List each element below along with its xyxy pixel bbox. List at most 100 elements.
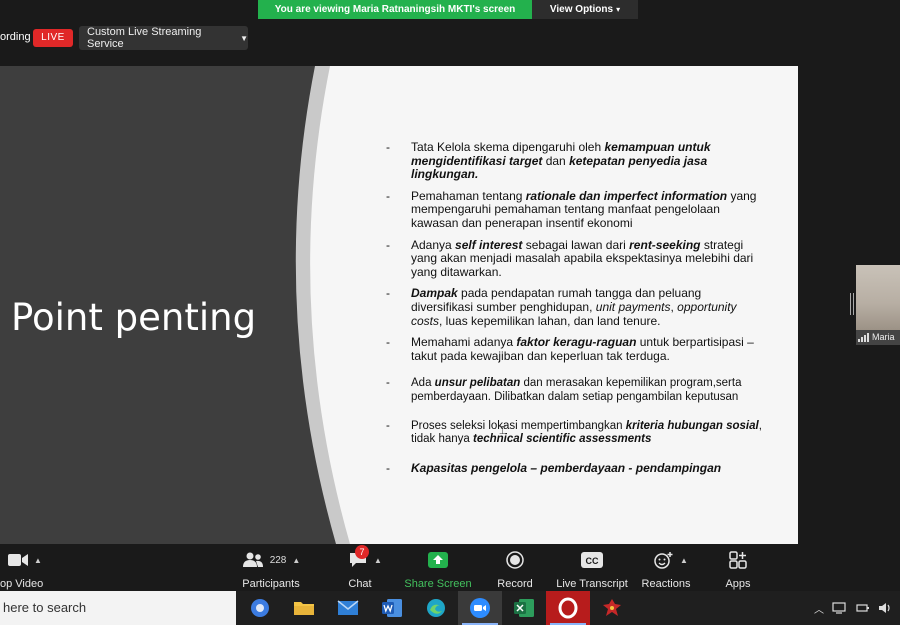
slide-bullet-item: Pemahaman tentang rationale dan imperfec… <box>386 188 766 231</box>
shared-slide: Point penting Tata Kelola skema dipengar… <box>0 66 798 544</box>
cc-text: CC <box>586 556 599 566</box>
stop-video-label: op Video <box>0 578 44 590</box>
participant-video-thumbnail[interactable]: Maria <box>856 265 900 345</box>
bullet-text-segment: Dampak <box>411 286 458 301</box>
bullet-text-segment: faktor keragu-raguan <box>516 335 637 350</box>
participant-video <box>856 265 900 330</box>
taskbar-app-chrome[interactable] <box>238 591 282 625</box>
volume-icon[interactable] <box>878 602 892 614</box>
bullet-text-segment: sebagai lawan dari <box>522 237 630 252</box>
caret-up-icon[interactable]: ▲ <box>374 556 382 565</box>
bullet-text-segment: unit payments <box>595 299 671 314</box>
view-options-button[interactable]: View Options ▾ <box>532 0 638 19</box>
streaming-service-dropdown[interactable]: Custom Live Streaming Service ▼ <box>79 26 248 50</box>
slide-bullet-item: Adanya self interest sebagai lawan dari … <box>386 237 766 280</box>
bullet-text-segment: rent-seeking <box>629 237 701 252</box>
slide-title: Point penting <box>11 296 257 339</box>
slide-bullet-item: Memahami adanya faktor keragu-raguan unt… <box>386 335 766 363</box>
record-button[interactable]: Record <box>490 548 540 590</box>
share-screen-label: Share Screen <box>404 578 472 590</box>
video-camera-icon <box>8 554 29 566</box>
live-badge[interactable]: LIVE <box>33 29 73 47</box>
caret-up-icon[interactable]: ▲ <box>292 556 300 565</box>
bullet-text-segment: kriteria hubungan sosial <box>625 419 759 432</box>
slide-bullet-list: Tata Kelola skema dipengaruhi oleh kemam… <box>386 133 766 475</box>
screen-share-banner: You are viewing Maria Ratnaningsih MKTI'… <box>258 0 638 19</box>
closed-captions-icon: CC <box>581 552 603 568</box>
stop-video-button[interactable]: ▲ op Video <box>0 548 50 590</box>
opera-icon <box>558 597 578 619</box>
mail-icon <box>337 600 359 615</box>
bullet-text-segment: rationale dan imperfect information <box>525 188 728 203</box>
share-screen-button[interactable]: Share Screen <box>402 548 474 590</box>
network-icon[interactable] <box>832 602 848 614</box>
slide-bullet-item: Proses seleksi lokasi mempertimbangkan k… <box>386 420 766 447</box>
battery-plug-icon[interactable] <box>856 602 870 614</box>
taskbar-app-zoom[interactable] <box>458 591 502 625</box>
windows-taskbar: here to search ︿ <box>0 591 900 625</box>
reactions-icon <box>654 552 673 569</box>
folder-icon <box>294 602 314 615</box>
apps-icon <box>729 551 747 569</box>
reactions-button[interactable]: ▲ Reactions <box>640 548 702 590</box>
live-transcript-button[interactable]: CC Live Transcript <box>553 548 631 590</box>
record-label: Record <box>497 578 533 590</box>
chevron-up-icon[interactable]: ︿ <box>814 601 824 616</box>
screen: You are viewing Maria Ratnaningsih MKTI'… <box>0 0 900 625</box>
bullet-text-segment: Proses seleksi lokasi mempertimbangkan <box>411 419 626 432</box>
bullet-text-segment: Adanya <box>411 237 456 252</box>
excel-icon <box>514 599 534 617</box>
taskbar-app-word[interactable] <box>370 591 414 625</box>
zoom-app-icon <box>470 598 490 618</box>
bullet-text-segment: Ada <box>411 377 435 390</box>
bullet-text-segment: Memahami adanya <box>411 335 517 350</box>
participants-button[interactable]: 228 ▲ Participants <box>230 548 312 590</box>
slide-bullet-item: Ada unsur pelibatan dan merasakan kepemi… <box>386 377 766 404</box>
bullet-text-segment: self interest <box>455 237 523 252</box>
caret-up-icon[interactable]: ▲ <box>34 556 42 565</box>
panel-splitter-handle[interactable] <box>850 293 854 315</box>
chat-unread-badge: 7 <box>355 545 369 559</box>
browser-icon <box>251 599 269 617</box>
edge-icon <box>427 599 445 617</box>
caret-up-icon[interactable]: ▲ <box>680 556 688 565</box>
bullet-text-segment: unsur pelibatan <box>434 377 521 390</box>
apps-label: Apps <box>725 578 751 590</box>
reactions-label: Reactions <box>641 578 691 590</box>
taskbar-app-excel[interactable] <box>502 591 546 625</box>
chevron-down-icon: ▾ <box>616 5 621 14</box>
participant-name: Maria <box>872 332 895 342</box>
word-icon <box>382 599 402 617</box>
recording-text: ording <box>0 31 31 43</box>
streaming-service-label: Custom Live Streaming Service <box>87 26 202 50</box>
slide-bullet-item: Tata Kelola skema dipengaruhi oleh kemam… <box>386 140 766 182</box>
participant-name-tag: Maria <box>858 332 895 342</box>
bullet-text-segment: , luas kepemilikan lahan, dan land tenur… <box>439 313 661 328</box>
meeting-controls-bar: ▲ op Video 228 ▲ Participants 7 ▲ Chat S… <box>0 544 900 591</box>
taskbar-app-mail[interactable] <box>326 591 370 625</box>
apps-button[interactable]: Apps <box>718 548 758 590</box>
taskbar-search-box[interactable]: here to search <box>0 591 236 625</box>
taskbar-app-edge[interactable] <box>414 591 458 625</box>
chat-button[interactable]: 7 ▲ Chat <box>335 545 395 590</box>
bullet-text-segment: dan <box>542 153 570 168</box>
taskbar-app-file-explorer[interactable] <box>282 591 326 625</box>
caret-down-icon: ▼ <box>240 33 248 43</box>
viewing-screen-text: You are viewing Maria Ratnaningsih MKTI'… <box>258 0 532 19</box>
system-tray: ︿ <box>814 591 892 625</box>
participants-label: Participants <box>242 578 300 590</box>
participants-icon <box>242 552 263 567</box>
bullet-text-segment: Tata Kelola skema dipengaruhi oleh <box>411 140 605 154</box>
slide-bullet-item: Dampak pada pendapatan rumah tangga dan … <box>386 287 766 328</box>
participants-count: 228 <box>269 554 287 566</box>
record-icon <box>506 551 524 569</box>
slide-bullet-item: Kapasitas pengelola – pemberdayaan - pen… <box>386 461 766 476</box>
bullet-text-segment: Pemahaman tentang <box>411 188 526 203</box>
taskbar-app-opera[interactable] <box>546 591 590 625</box>
share-screen-icon <box>428 552 448 568</box>
taskbar-app-game[interactable] <box>590 591 634 625</box>
text-cursor-icon: ⌶ <box>499 423 507 437</box>
game-app-icon <box>603 599 621 616</box>
chat-label: Chat <box>348 578 372 590</box>
signal-strength-icon <box>858 332 869 342</box>
